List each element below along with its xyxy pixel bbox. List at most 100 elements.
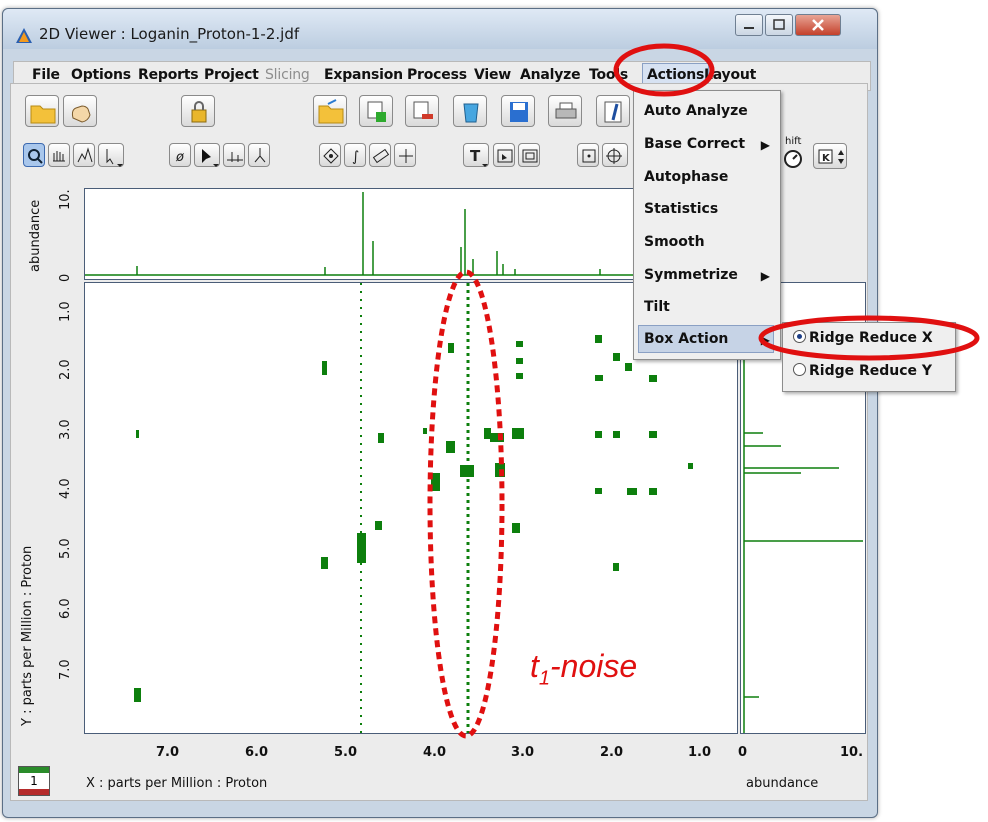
close-icon [812,19,824,31]
remove-data-button[interactable] [405,95,439,127]
hand-icon [53,151,65,162]
trash-icon [463,103,479,123]
script-icon [604,101,622,123]
menu-view[interactable]: View [474,67,511,83]
y-tick-label: 6.0 [58,598,73,619]
menu-box-action[interactable]: Box Action [644,331,728,347]
right-trace-xtick-left: 0 [738,745,748,760]
x-axis-label: X : parts per Million : Proton [86,776,268,791]
integral-icon: ∫ [352,149,359,165]
maximize-button[interactable] [765,14,793,36]
menu-tilt[interactable]: Tilt [644,299,670,315]
magnifier-icon [28,149,43,164]
y-tick-label: 4.0 [58,478,73,499]
k-selector-button[interactable]: K [813,143,847,169]
frame-icon [522,149,538,163]
menu-project[interactable]: Project [204,67,259,83]
target-icon [606,148,622,164]
save-button[interactable] [501,95,535,127]
peak-pick-icon [77,147,93,163]
dial-icon [784,150,802,168]
trash-button[interactable] [453,95,487,127]
menu-expansion[interactable]: Expansion [324,67,403,83]
ridge-reduce-y-label: Ridge Reduce Y [809,363,933,379]
minimize-button[interactable] [735,14,763,36]
page-indicator-number: 1 [30,774,38,788]
menu-layout[interactable]: Layout [704,67,756,83]
actions-dropdown: Auto Analyze Base Correct ▶ Autophase St… [633,90,781,360]
menu-tools[interactable]: Tools [589,67,637,83]
radio-selected-icon [793,330,806,343]
diamond-tool-button[interactable] [319,143,341,167]
svg-text:K: K [822,153,831,164]
x-tick-label: 5.0 [334,745,358,760]
page-indicator[interactable]: 1 [18,766,50,796]
menu-analyze[interactable]: Analyze [520,67,581,83]
top-trace-ylabel: abundance [28,199,43,272]
frame-tool-button[interactable] [518,143,540,167]
y-tick-label: 5.0 [58,538,73,559]
integral-tool-button[interactable]: ∫ [344,143,366,167]
y-axis-label: Y : parts per Million : Proton [20,545,35,726]
menu-process[interactable]: Process [407,67,467,83]
submenu-arrow-icon: ▶ [760,333,770,347]
text-icon: T [470,147,488,167]
app-logo-icon [16,28,32,43]
script-button[interactable] [596,95,630,127]
menu-symmetrize[interactable]: Symmetrize [644,267,738,283]
folder-open-icon [318,99,344,124]
menu-options[interactable]: Options [71,67,131,83]
diamond-icon [323,148,339,164]
hand-tool-button[interactable] [63,95,97,127]
multiplet-tool-button[interactable] [248,143,270,167]
t1-noise-t: t [530,648,539,684]
box-tool-button[interactable] [577,143,599,167]
shift-dial-button[interactable] [781,147,805,171]
menu-statistics[interactable]: Statistics [644,201,718,217]
menu-auto-analyze[interactable]: Auto Analyze [644,103,748,119]
y-tick-label: 1.0 [58,301,73,322]
y-tick-label: 3.0 [58,419,73,440]
baseline-tool-button[interactable] [223,143,245,167]
box-action-submenu: Ridge Reduce X Ridge Reduce Y [782,322,956,392]
x-tick-label: 6.0 [245,745,269,760]
menu-file[interactable]: File [32,67,60,83]
menu-smooth[interactable]: Smooth [644,234,705,250]
menu-autophase[interactable]: Autophase [644,169,728,185]
printer-icon [555,102,577,119]
print-button[interactable] [548,95,582,127]
target-tool-button[interactable] [602,143,628,167]
folder-icon [30,105,56,124]
open-project-button[interactable] [313,95,347,127]
select-tool-button[interactable] [98,143,124,167]
peak-tool-button[interactable] [73,143,95,167]
cursor-tool-button[interactable] [194,143,220,167]
ruler-tool-button[interactable] [369,143,391,167]
radio-unselected-icon [793,363,806,376]
submenu-arrow-icon: ▶ [760,269,770,283]
ridge-reduce-y-option[interactable]: Ridge Reduce Y [793,363,932,379]
lock-button[interactable] [181,95,215,127]
x-tick-label: 2.0 [600,745,624,760]
right-trace-xlabel: abundance [746,776,819,791]
add-data-button[interactable] [359,95,393,127]
right-trace-xtick-right: 10. [840,745,864,760]
image-tool-button[interactable] [493,143,515,167]
y-tick-label: 2.0 [58,359,73,380]
pan-tool-button[interactable] [48,143,70,167]
close-button[interactable] [795,14,841,36]
shift-label: hift [785,136,802,147]
hand-icon [71,105,91,123]
ridge-reduce-x-option[interactable]: Ridge Reduce X [793,330,933,346]
text-tool-button[interactable]: T [463,143,489,167]
open-button[interactable] [25,95,59,127]
menu-base-correct[interactable]: Base Correct [644,136,745,152]
submenu-arrow-icon: ▶ [760,138,770,152]
ridge-reduce-x-label: Ridge Reduce X [809,330,933,346]
menu-reports[interactable]: Reports [138,67,199,83]
image-icon [497,149,513,163]
crosshair-tool-button[interactable] [394,143,416,167]
zoom-tool-button[interactable] [23,143,45,167]
phase-tool-button[interactable]: ø [169,143,191,167]
t1-noise-annotation: t1-noise [530,648,637,690]
